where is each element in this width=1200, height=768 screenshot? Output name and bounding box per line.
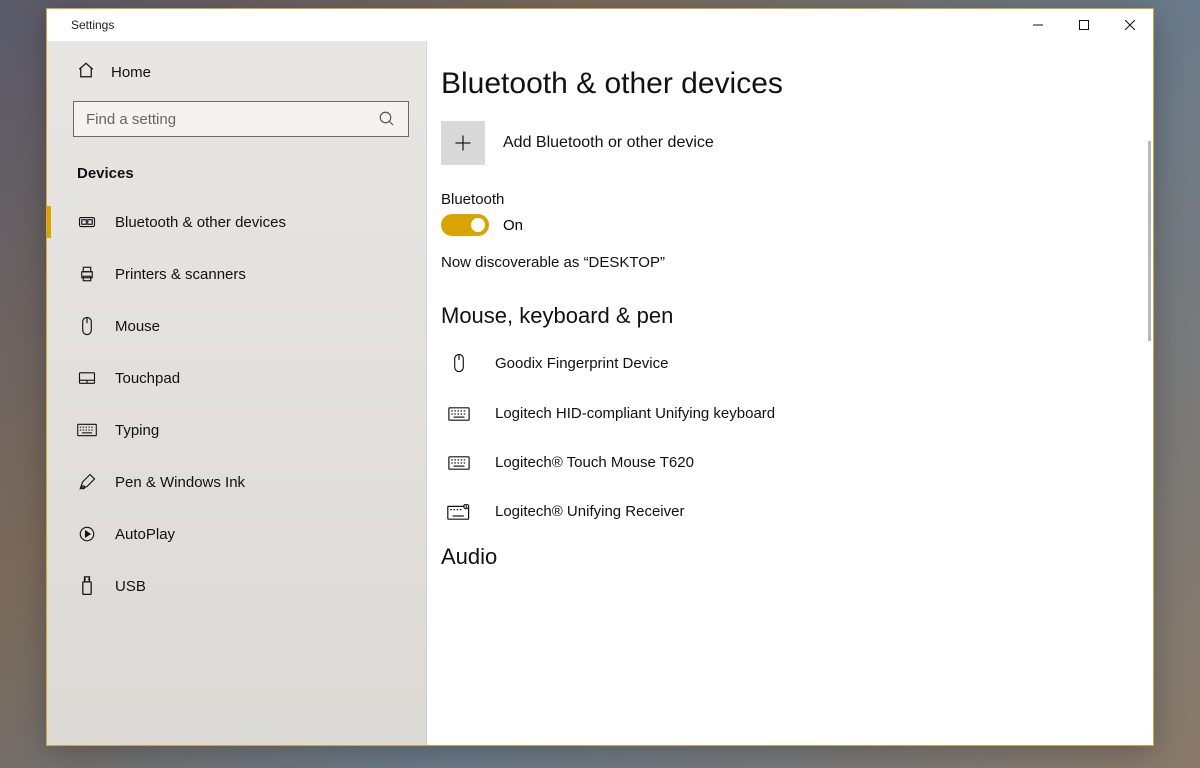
keyboard-icon bbox=[445, 407, 473, 421]
titlebar-title: Settings bbox=[47, 18, 114, 32]
keyboard-icon bbox=[77, 423, 97, 437]
bluetooth-toggle-state: On bbox=[503, 217, 523, 234]
printer-icon bbox=[77, 265, 97, 283]
keyboard-icon bbox=[445, 456, 473, 470]
device-label: Logitech® Unifying Receiver bbox=[495, 503, 684, 520]
add-device-label: Add Bluetooth or other device bbox=[503, 134, 714, 152]
home-icon bbox=[77, 61, 95, 83]
sidebar-item-label: Bluetooth & other devices bbox=[115, 214, 286, 231]
sidebar-item-typing[interactable]: Typing bbox=[47, 404, 426, 456]
sidebar-item-bluetooth[interactable]: Bluetooth & other devices bbox=[47, 196, 426, 248]
sidebar-item-label: Typing bbox=[115, 422, 159, 439]
plus-icon bbox=[441, 121, 485, 165]
content: Bluetooth & other devices Add Bluetooth … bbox=[427, 41, 1153, 745]
minimize-button[interactable] bbox=[1015, 9, 1061, 41]
device-label: Logitech® Touch Mouse T620 bbox=[495, 454, 694, 471]
sidebar-item-label: Mouse bbox=[115, 318, 160, 335]
close-button[interactable] bbox=[1107, 9, 1153, 41]
sidebar-home-label: Home bbox=[111, 64, 151, 81]
sidebar-item-label: Pen & Windows Ink bbox=[115, 474, 245, 491]
bluetooth-heading: Bluetooth bbox=[441, 191, 1113, 214]
search-box[interactable] bbox=[73, 101, 409, 137]
sidebar-home[interactable]: Home bbox=[47, 41, 426, 101]
sidebar-item-label: Touchpad bbox=[115, 370, 180, 387]
search-input[interactable] bbox=[86, 111, 398, 128]
sidebar-item-autoplay[interactable]: AutoPlay bbox=[47, 508, 426, 560]
keyboard-usb-icon bbox=[445, 504, 473, 520]
titlebar: Settings bbox=[47, 9, 1153, 41]
sidebar-item-label: AutoPlay bbox=[115, 526, 175, 543]
sidebar-item-label: Printers & scanners bbox=[115, 266, 246, 283]
search-icon bbox=[378, 110, 396, 133]
settings-window: Settings Home bbox=[46, 8, 1154, 746]
window-controls bbox=[1015, 9, 1153, 41]
mouse-icon bbox=[445, 353, 473, 373]
sidebar: Home Devices Bluetooth & other devices Pr… bbox=[47, 41, 427, 745]
pen-icon bbox=[77, 473, 97, 491]
section-heading: Mouse, keyboard & pen bbox=[441, 295, 1113, 337]
section-heading: Audio bbox=[441, 536, 1113, 578]
device-row[interactable]: Goodix Fingerprint Device bbox=[441, 337, 1113, 389]
device-row[interactable]: Logitech® Touch Mouse T620 bbox=[441, 438, 1113, 487]
mouse-icon bbox=[77, 316, 97, 336]
bluetooth-icon bbox=[77, 213, 97, 231]
sidebar-item-printers[interactable]: Printers & scanners bbox=[47, 248, 426, 300]
bluetooth-toggle[interactable] bbox=[441, 214, 489, 236]
touchpad-icon bbox=[77, 371, 97, 385]
sidebar-item-label: USB bbox=[115, 578, 146, 595]
add-device-button[interactable]: Add Bluetooth or other device bbox=[441, 121, 1113, 191]
autoplay-icon bbox=[77, 525, 97, 543]
sidebar-category: Devices bbox=[47, 137, 426, 196]
device-label: Logitech HID-compliant Unifying keyboard bbox=[495, 405, 775, 422]
discoverable-text: Now discoverable as “DESKTOP” bbox=[441, 254, 1113, 295]
sidebar-item-pen[interactable]: Pen & Windows Ink bbox=[47, 456, 426, 508]
device-label: Goodix Fingerprint Device bbox=[495, 355, 668, 372]
page-title: Bluetooth & other devices bbox=[441, 61, 1113, 121]
sidebar-item-usb[interactable]: USB bbox=[47, 560, 426, 612]
usb-icon bbox=[77, 576, 97, 596]
sidebar-item-mouse[interactable]: Mouse bbox=[47, 300, 426, 352]
device-row[interactable]: Logitech HID-compliant Unifying keyboard bbox=[441, 389, 1113, 438]
device-row[interactable]: Logitech® Unifying Receiver bbox=[441, 487, 1113, 536]
scrollbar[interactable] bbox=[1148, 141, 1151, 341]
sidebar-nav: Bluetooth & other devices Printers & scan… bbox=[47, 196, 426, 612]
maximize-button[interactable] bbox=[1061, 9, 1107, 41]
sidebar-item-touchpad[interactable]: Touchpad bbox=[47, 352, 426, 404]
